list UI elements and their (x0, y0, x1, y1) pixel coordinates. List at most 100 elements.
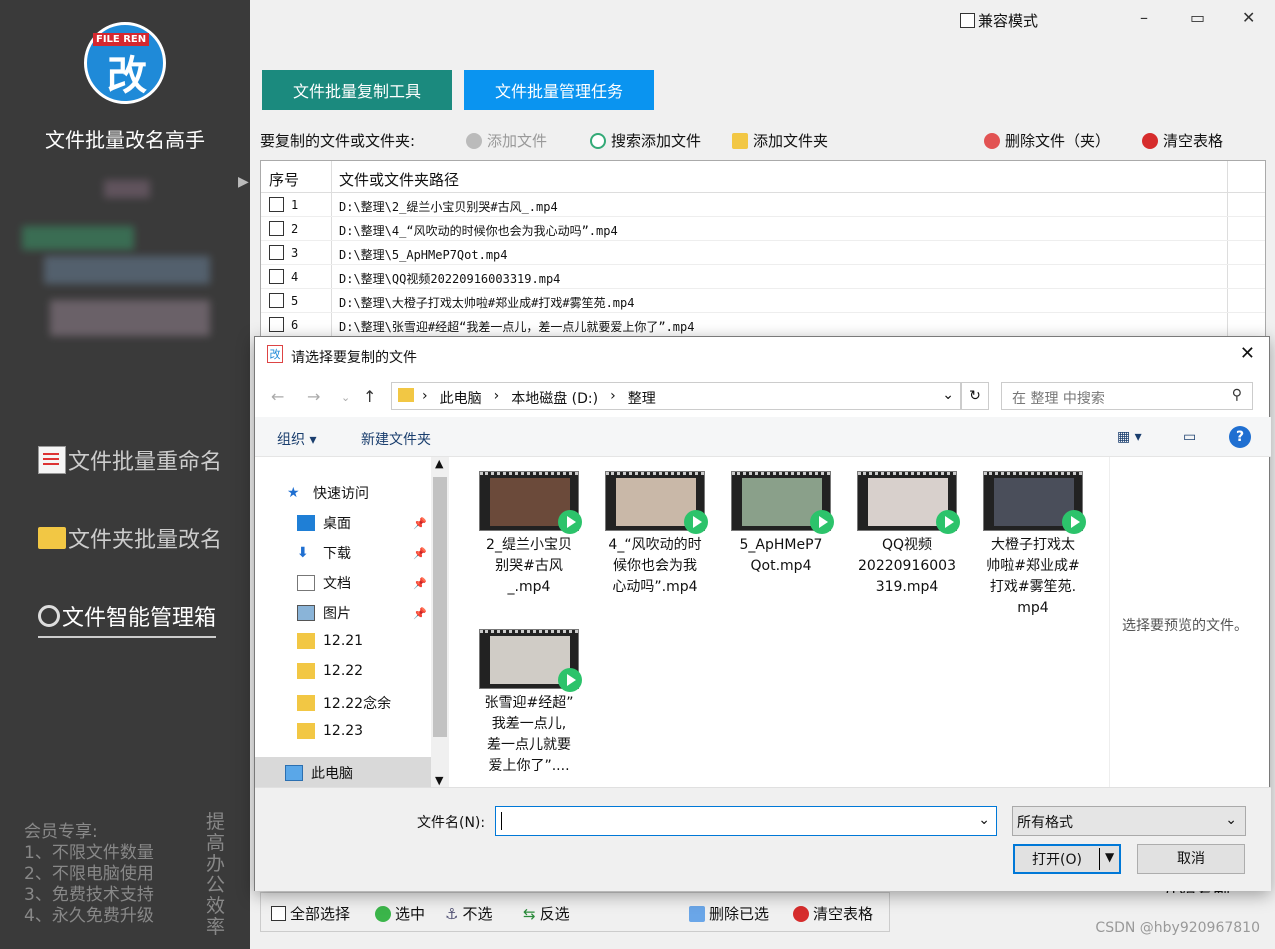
nav-folder-1222[interactable]: 12.22 (297, 663, 363, 679)
nav-folder-1222-nianyu[interactable]: 12.22念余 (297, 693, 391, 713)
search-input[interactable]: 在 整理 中搜索 ⚲ (1001, 382, 1253, 410)
app-logo: FILE REN 改 (84, 22, 166, 104)
close-button[interactable]: ✕ (1242, 8, 1255, 27)
nav-documents[interactable]: 文档 (297, 573, 351, 593)
file-item[interactable]: 大橙子打戏太 帅啦#郑业成# 打戏#雾笙苑. mp4 (973, 471, 1093, 619)
compat-mode-toggle[interactable]: 兼容模式 (960, 10, 1038, 31)
table-row[interactable]: 4 D:\整理\QQ视频20220916003319.mp4 (261, 265, 1265, 289)
add-folder-button[interactable]: 添加文件夹 (732, 130, 828, 151)
nav-quick-access[interactable]: ★ 快速访问 (287, 483, 369, 503)
play-icon (936, 510, 960, 534)
up-arrow-icon[interactable]: ↑ (363, 387, 376, 406)
file-item[interactable]: 2_缇兰小宝贝 别哭#古风 _.mp4 (469, 471, 589, 598)
row-checkbox[interactable] (269, 245, 284, 260)
delete-file-button[interactable]: 删除文件（夹） (984, 130, 1110, 151)
preview-pane-icon[interactable]: ▭ (1183, 429, 1196, 445)
nav-smart-manager[interactable]: 文件智能管理箱 (38, 600, 217, 638)
nav-label: 12.22念余 (323, 696, 392, 712)
row-checkbox[interactable] (269, 269, 284, 284)
file-type-select[interactable]: 所有格式 ⌄ (1012, 806, 1246, 836)
nav-folder-1221[interactable]: 12.21 (297, 633, 363, 649)
member-line: 3、免费技术支持 (24, 885, 154, 905)
scroll-down-icon[interactable]: ▼ (435, 774, 443, 787)
filename-input[interactable]: ⌄ (495, 806, 997, 836)
row-path: D:\整理\2_缇兰小宝贝别哭#古风_.mp4 (339, 200, 558, 214)
table-row[interactable]: 1 D:\整理\2_缇兰小宝贝别哭#古风_.mp4 (261, 193, 1265, 217)
collapse-arrow-icon[interactable]: ▶ (238, 174, 249, 190)
table-row[interactable]: 2 D:\整理\4_“风吹动的时候你也会为我心动吗”.mp4 (261, 217, 1265, 241)
file-item[interactable]: 4_“风吹动的时 候你也会为我 心动吗”.mp4 (595, 471, 715, 598)
clear-table-bottom-button[interactable]: 清空表格 (793, 903, 873, 924)
scroll-up-icon[interactable]: ▲ (435, 457, 443, 470)
compat-checkbox[interactable] (960, 13, 975, 28)
file-name-line: 心动吗”.mp4 (612, 579, 698, 595)
open-button[interactable]: 打开(O) ▼ (1013, 844, 1121, 874)
clear-table-button[interactable]: 清空表格 (1142, 130, 1223, 151)
breadcrumb-item[interactable]: 本地磁盘 (D:) (511, 388, 598, 408)
chevron-down-icon: ⌄ (1225, 812, 1237, 828)
nav-pictures[interactable]: 图片 (297, 603, 351, 623)
pin-icon: 📌 (413, 607, 427, 620)
chevron-down-icon[interactable]: ⌄ (978, 812, 990, 828)
breadcrumb-item[interactable]: 整理 (628, 388, 656, 408)
nav-folder-1223[interactable]: 12.23 (297, 723, 363, 739)
play-icon (558, 510, 582, 534)
breadcrumb-item[interactable]: 此电脑 (440, 388, 482, 408)
nav-scrollbar[interactable]: ▲ ▼ (431, 457, 449, 787)
nav-desktop[interactable]: 桌面 (297, 513, 351, 533)
organize-button[interactable]: 组织 ▾ (277, 429, 316, 449)
uncheck-button[interactable]: ⚓ 不选 (445, 903, 492, 924)
row-index: 1 (291, 198, 299, 212)
delete-selected-button[interactable]: 删除已选 (689, 903, 769, 924)
video-thumbnail (479, 471, 582, 534)
select-all-label: 全部选择 (290, 905, 351, 923)
invert-button[interactable]: ⇆ 反选 (523, 903, 570, 924)
forward-arrow-icon[interactable]: → (307, 387, 320, 406)
view-options-icon[interactable]: ▦ ▾ (1117, 429, 1142, 445)
minimize-button[interactable]: – (1140, 8, 1148, 27)
file-type-value: 所有格式 (1017, 815, 1073, 831)
help-icon[interactable]: ? (1229, 426, 1251, 448)
check-button[interactable]: 选中 (375, 903, 425, 924)
select-all-checkbox[interactable] (271, 906, 286, 921)
video-thumbnail (605, 471, 708, 534)
folder-icon (38, 527, 66, 549)
select-all-button[interactable]: 全部选择 (271, 903, 350, 924)
file-item[interactable]: 5_ApHMeP7 Qot.mp4 (721, 471, 841, 577)
nav-this-pc[interactable]: 此电脑 (285, 763, 353, 783)
nav-file-rename[interactable]: 文件批量重命名 (38, 444, 222, 476)
cancel-button[interactable]: 取消 (1137, 844, 1245, 874)
maximize-button[interactable]: ▭ (1190, 8, 1205, 27)
row-checkbox[interactable] (269, 197, 284, 212)
history-dropdown-icon[interactable]: ⌄ (341, 391, 350, 404)
file-item[interactable]: 张雪迎#经超” 我差一点儿, 差一点儿就要 爱上你了”.... (469, 629, 589, 777)
add-file-button[interactable]: 添加文件 (466, 130, 547, 151)
row-checkbox[interactable] (269, 293, 284, 308)
table-row[interactable]: 5 D:\整理\大橙子打戏太帅啦#郑业成#打戏#雾笙苑.mp4 (261, 289, 1265, 313)
nav-downloads[interactable]: ⬇ 下载 (297, 543, 351, 563)
table-row[interactable]: 6 D:\整理\张雪迎#经超“我差一点儿，差一点儿就要爱上你了”.mp4 (261, 313, 1265, 337)
tab-batch-manage[interactable]: 文件批量管理任务 (464, 70, 654, 110)
nav-folder-rename[interactable]: 文件夹批量改名 (38, 522, 222, 554)
row-checkbox[interactable] (269, 317, 284, 332)
scroll-thumb[interactable] (433, 477, 447, 737)
refresh-icon[interactable]: ↻ (961, 382, 989, 410)
file-item[interactable]: QQ视频 20220916003 319.mp4 (847, 471, 967, 598)
video-thumbnail (983, 471, 1086, 534)
back-arrow-icon[interactable]: ← (271, 387, 284, 406)
chevron-down-icon[interactable]: ⌄ (942, 387, 954, 403)
new-folder-button[interactable]: 新建文件夹 (361, 429, 431, 449)
delete-file-label: 删除文件（夹） (1005, 132, 1111, 150)
table-row[interactable]: 3 D:\整理\5_ApHMeP7Qot.mp4 (261, 241, 1265, 265)
nav-smart-manager-label: 文件智能管理箱 (62, 606, 217, 631)
row-checkbox[interactable] (269, 221, 284, 236)
file-name-line: 319.mp4 (875, 579, 939, 595)
open-dropdown-icon[interactable]: ▼ (1105, 850, 1114, 864)
search-add-button[interactable]: 搜索添加文件 (590, 130, 701, 151)
dialog-close-button[interactable]: ✕ (1240, 343, 1255, 364)
address-bar[interactable]: › 此电脑 › 本地磁盘 (D:) › 整理 ⌄ (391, 382, 961, 410)
clear-table-label: 清空表格 (1163, 132, 1224, 150)
tab-batch-copy[interactable]: 文件批量复制工具 (262, 70, 452, 110)
file-open-dialog: 改 请选择要复制的文件 ✕ ← → ⌄ ↑ › 此电脑 › 本地磁盘 (D:) … (254, 336, 1271, 891)
row-index: 5 (291, 294, 299, 308)
